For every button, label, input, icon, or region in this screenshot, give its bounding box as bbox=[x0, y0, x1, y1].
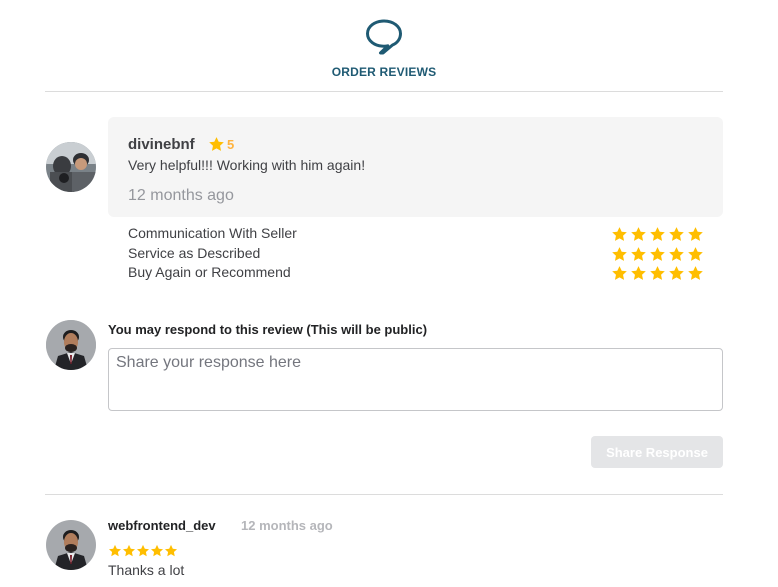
star-icon bbox=[631, 227, 646, 241]
reply-time: 12 months ago bbox=[241, 518, 333, 533]
criteria-label: Communication With Seller bbox=[128, 225, 297, 241]
reviewer-name[interactable]: divinebnf bbox=[128, 136, 195, 153]
star-icon bbox=[136, 544, 150, 557]
star-icon bbox=[688, 246, 703, 261]
rating-breakdown: Communication With Seller Service as Des… bbox=[128, 225, 704, 284]
criteria-row: Communication With Seller bbox=[128, 225, 704, 245]
star-icon bbox=[122, 544, 136, 557]
star-icon bbox=[650, 227, 665, 241]
chat-bubble-icon bbox=[366, 19, 402, 55]
star-icon bbox=[150, 544, 164, 557]
review-text: Very helpful!!! Working with him again! bbox=[128, 157, 366, 173]
star-icon bbox=[669, 266, 684, 280]
criteria-row: Service as Described bbox=[128, 245, 704, 265]
page-title: ORDER REVIEWS bbox=[331, 65, 437, 79]
star-icon bbox=[612, 246, 627, 261]
criteria-label: Buy Again or Recommend bbox=[128, 264, 291, 280]
star-icon bbox=[650, 246, 665, 261]
seller-avatar bbox=[46, 320, 96, 370]
star-icon bbox=[164, 544, 178, 557]
criteria-stars bbox=[611, 246, 704, 263]
criteria-row: Buy Again or Recommend bbox=[128, 264, 704, 284]
star-icon bbox=[108, 544, 122, 557]
star-icon bbox=[688, 227, 703, 241]
reply-author-name[interactable]: webfrontend_dev bbox=[108, 518, 216, 533]
respond-label: You may respond to this review (This wil… bbox=[108, 322, 428, 337]
star-icon bbox=[669, 227, 684, 241]
reviewer-avatar[interactable] bbox=[46, 142, 96, 192]
section-divider bbox=[45, 494, 723, 495]
star-icon bbox=[669, 246, 684, 261]
seller-avatar bbox=[46, 520, 96, 570]
header-divider bbox=[45, 91, 723, 92]
criteria-stars bbox=[611, 226, 704, 243]
criteria-label: Service as Described bbox=[128, 244, 261, 261]
reply-stars bbox=[108, 544, 178, 558]
review-time: 12 months ago bbox=[128, 187, 234, 204]
star-icon bbox=[650, 266, 665, 280]
star-icon bbox=[688, 266, 703, 280]
star-icon bbox=[612, 266, 627, 280]
criteria-stars bbox=[611, 265, 704, 282]
star-icon bbox=[612, 227, 627, 241]
star-icon bbox=[209, 137, 224, 151]
reply-text: Thanks a lot bbox=[108, 562, 185, 578]
review-card: divinebnf 5 Very helpful!!! Working with… bbox=[108, 117, 723, 217]
response-input[interactable] bbox=[108, 348, 723, 411]
rating-value: 5 bbox=[227, 137, 235, 152]
star-icon bbox=[631, 246, 646, 261]
star-icon bbox=[631, 266, 646, 280]
share-response-button[interactable]: Share Response bbox=[591, 436, 723, 468]
